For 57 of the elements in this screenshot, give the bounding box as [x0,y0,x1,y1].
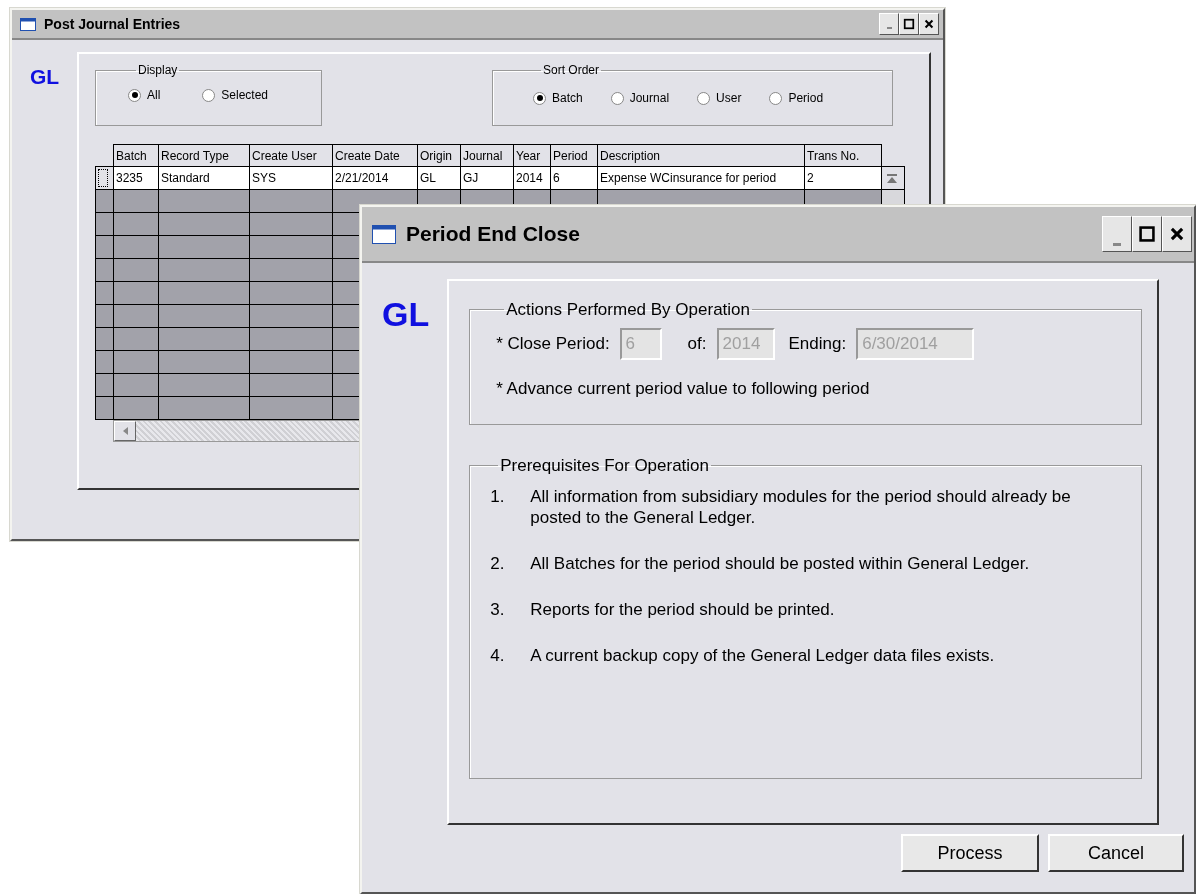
radio-button[interactable]: Journal [610,89,670,107]
logo: GL [30,66,60,87]
minimize-icon [1113,243,1121,246]
list-item-text: A current backup copy of the General Ledger data files exists. [530,645,995,666]
maximize-icon [1138,225,1156,243]
maximize-icon [903,18,915,30]
window-icon [372,224,396,244]
minimize-button[interactable] [1102,216,1132,252]
close-button[interactable] [1162,216,1192,252]
group-label: Prerequisites For Operation [499,457,711,474]
column-header[interactable]: Period [550,144,598,167]
column-header[interactable]: Year [513,144,551,167]
close-icon [923,18,935,30]
scrollbar-up-button[interactable] [881,166,905,190]
radio-button[interactable]: Period [769,89,824,107]
list-item-text: All Batches for the period should be posted within General Ledger. [530,553,1030,574]
list-number: 4. [490,645,506,666]
window-title: Post Journal Entries [44,14,181,34]
group-label: Actions Performed By Operation [505,301,751,318]
window-icon [20,17,36,31]
column-header[interactable]: Origin [417,144,461,167]
group-label: Display [137,64,179,76]
close-icon [1168,225,1186,243]
dialog-button[interactable]: Process [901,834,1039,872]
field-label: * Close Period: [496,333,610,356]
maximize-button[interactable] [1132,216,1162,252]
column-header[interactable]: Create Date [332,144,418,167]
radio-button[interactable]: Selected [202,86,269,104]
maximize-button[interactable] [899,13,919,35]
dialog-button[interactable]: Cancel [1048,834,1184,872]
radio-button[interactable]: All [128,86,161,104]
column-header[interactable]: Batch [113,144,159,167]
radio-button[interactable]: Batch [533,89,583,107]
list-number: 1. [490,486,506,508]
window-title: Period End Close [406,221,580,248]
row-selector[interactable] [95,166,114,190]
minimize-button[interactable] [879,13,899,35]
table-cell: Expense WCinsurance for period [597,166,805,190]
list-item-text: All information from subsidiary modules for the period should already be posted to the General Ledger. [530,486,1072,528]
field-label: of: [687,333,707,356]
scroll-up-icon [884,171,900,186]
logo: GL [382,297,430,331]
column-header[interactable]: Trans No. [804,144,882,167]
note-text: * Advance current period value to following period [496,378,871,400]
column-header[interactable]: Description [597,144,805,167]
list-number: 2. [490,553,506,574]
group-label: Sort Order [542,64,600,76]
column-header[interactable]: Journal [460,144,514,167]
close-button[interactable] [919,13,939,35]
column-header[interactable]: Create User [249,144,333,167]
radio-button[interactable]: User [697,89,742,107]
list-item-text: Reports for the period should be printed. [530,599,835,620]
minimize-icon [886,27,892,29]
column-header[interactable]: Record Type [158,144,250,167]
scroll-left-icon[interactable] [114,421,136,441]
list-number: 3. [490,599,506,620]
field-label: Ending: [788,333,847,356]
